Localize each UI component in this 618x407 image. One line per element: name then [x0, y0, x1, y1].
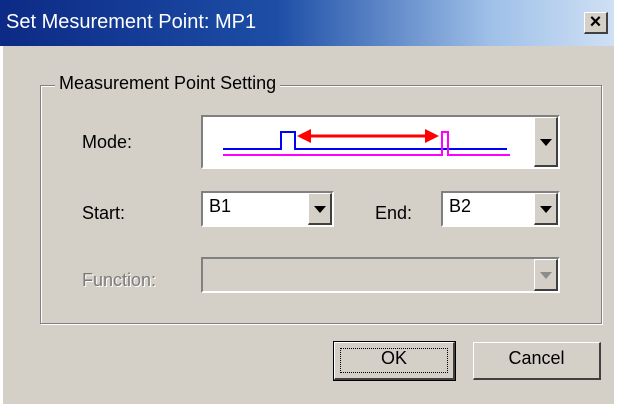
ok-button[interactable]: OK — [333, 341, 456, 381]
pulse-width-between-edges-icon — [223, 129, 510, 156]
close-icon: × — [589, 11, 602, 33]
end-dropdown[interactable]: B2 — [441, 191, 560, 227]
chevron-down-icon — [539, 205, 552, 213]
close-button[interactable]: × — [584, 12, 608, 34]
ok-button-label: OK — [380, 348, 407, 368]
chevron-down-icon — [539, 138, 552, 146]
title-bar[interactable]: Set Mesurement Point: MP1 × — [0, 0, 614, 46]
mode-dropdown-button[interactable] — [534, 117, 558, 167]
chevron-down-icon — [539, 271, 552, 279]
function-dropdown[interactable] — [201, 257, 560, 293]
start-dropdown[interactable]: B1 — [201, 191, 334, 227]
cancel-button[interactable]: Cancel — [473, 342, 601, 380]
mode-label: Mode: — [82, 132, 133, 152]
end-label: End: — [375, 203, 413, 223]
function-dropdown-button[interactable] — [534, 259, 558, 291]
mode-dropdown[interactable] — [201, 115, 560, 169]
end-dropdown-button[interactable] — [534, 193, 558, 225]
start-dropdown-button[interactable] — [308, 193, 332, 225]
start-label: Start: — [82, 203, 126, 223]
dialog-body: Measurement Point Setting Mode: Start: B… — [3, 46, 614, 404]
chevron-down-icon — [313, 205, 326, 213]
dialog-title: Set Mesurement Point: MP1 — [6, 11, 257, 33]
start-value: B1 — [209, 196, 232, 216]
group-label: Measurement Point Setting — [55, 73, 281, 94]
end-value: B2 — [449, 196, 472, 216]
set-measurement-point-dialog: Set Mesurement Point: MP1 × Measurement … — [0, 0, 618, 407]
cancel-button-label: Cancel — [508, 348, 565, 368]
function-label: Function: — [82, 270, 157, 290]
